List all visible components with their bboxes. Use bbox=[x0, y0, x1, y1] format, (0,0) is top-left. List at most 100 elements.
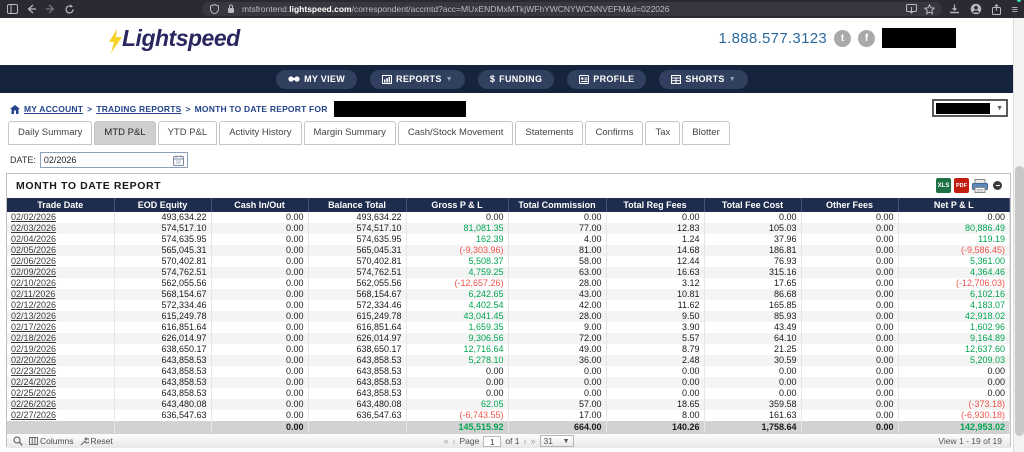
trade-date-link[interactable]: 02/26/2026 bbox=[11, 399, 56, 409]
trade-date-link[interactable]: 02/24/2026 bbox=[11, 377, 56, 387]
col-header-net-p-l[interactable]: Net P & L bbox=[898, 198, 1010, 212]
home-icon[interactable] bbox=[10, 105, 20, 114]
export-excel-icon[interactable]: XLS bbox=[936, 178, 951, 193]
col-header-total-commission[interactable]: Total Commission bbox=[508, 198, 606, 212]
first-page-icon[interactable]: « bbox=[443, 436, 448, 446]
table-row: 02/18/2026626,014.970.00626,014.979,306.… bbox=[7, 333, 1010, 344]
col-header-trade-date[interactable]: Trade Date bbox=[7, 198, 114, 212]
report-tabs: Daily Summary MTD P&L YTD P&L Activity H… bbox=[8, 121, 730, 145]
columns-grid-icon bbox=[29, 437, 38, 445]
trade-date-link[interactable]: 02/02/2026 bbox=[11, 212, 56, 222]
nav-reports[interactable]: REPORTS ▼ bbox=[370, 70, 465, 89]
trade-date-link[interactable]: 02/04/2026 bbox=[11, 234, 56, 244]
redacted-account-name bbox=[334, 101, 466, 117]
back-icon[interactable] bbox=[25, 3, 37, 15]
crumb-trading-reports[interactable]: TRADING REPORTS bbox=[96, 104, 181, 114]
page-scrollbar bbox=[1013, 18, 1024, 452]
page-number-input[interactable]: 1 bbox=[483, 436, 501, 447]
col-header-balance-total[interactable]: Balance Total bbox=[308, 198, 406, 212]
trade-date-link[interactable]: 02/27/2026 bbox=[11, 410, 56, 420]
col-header-total-fee-cost[interactable]: Total Fee Cost bbox=[704, 198, 801, 212]
breadcrumb: MY ACCOUNT > TRADING REPORTS > MONTH TO … bbox=[10, 101, 466, 117]
tab-cash-stock-movement[interactable]: Cash/Stock Movement bbox=[398, 121, 514, 145]
prev-page-icon[interactable]: ‹ bbox=[452, 436, 455, 446]
columns-button[interactable]: Columns bbox=[29, 436, 74, 446]
table-row: 02/27/2026636,547.630.00636,547.63(-6,74… bbox=[7, 410, 1010, 421]
next-page-icon[interactable]: › bbox=[524, 436, 527, 446]
page-size-select[interactable]: 31 ▼ bbox=[540, 435, 574, 447]
forward-icon[interactable] bbox=[44, 3, 56, 15]
calendar-icon[interactable] bbox=[173, 155, 184, 166]
tab-ytd-pl[interactable]: YTD P&L bbox=[158, 121, 218, 145]
tab-margin-summary[interactable]: Margin Summary bbox=[304, 121, 396, 145]
nav-profile[interactable]: PROFILE bbox=[567, 70, 646, 89]
screenshot-icon[interactable] bbox=[906, 3, 918, 15]
lock-icon[interactable] bbox=[225, 3, 237, 15]
nav-my-view[interactable]: MY VIEW bbox=[276, 70, 357, 89]
account-icon[interactable] bbox=[970, 3, 982, 15]
bookmark-star-icon[interactable] bbox=[924, 3, 936, 15]
table-row: 02/19/2026638,650.170.00638,650.1712,716… bbox=[7, 344, 1010, 355]
trade-date-link[interactable]: 02/18/2026 bbox=[11, 333, 56, 343]
shield-icon[interactable] bbox=[208, 3, 220, 15]
trade-date-link[interactable]: 02/06/2026 bbox=[11, 256, 56, 266]
tab-activity-history[interactable]: Activity History bbox=[219, 121, 301, 145]
crumb-my-account[interactable]: MY ACCOUNT bbox=[24, 104, 83, 114]
lightspeed-logo[interactable]: Lightspeed bbox=[108, 25, 240, 53]
nav-shorts[interactable]: SHORTS ▼ bbox=[659, 70, 748, 89]
reload-icon[interactable] bbox=[63, 3, 75, 15]
trade-date-link[interactable]: 02/17/2026 bbox=[11, 322, 56, 332]
facebook-icon[interactable]: f bbox=[858, 30, 875, 47]
menu-icon[interactable]: ≡ bbox=[1012, 0, 1018, 18]
tab-statements[interactable]: Statements bbox=[515, 121, 583, 145]
table-row: 02/12/2026572,334.460.00572,334.464,402.… bbox=[7, 300, 1010, 311]
col-header-cash-in-out[interactable]: Cash In/Out bbox=[211, 198, 308, 212]
col-header-gross-p-l[interactable]: Gross P & L bbox=[406, 198, 508, 212]
trade-date-link[interactable]: 02/10/2026 bbox=[11, 278, 56, 288]
trade-date-link[interactable]: 02/11/2026 bbox=[11, 289, 55, 299]
breadcrumb-row: MY ACCOUNT > TRADING REPORTS > MONTH TO … bbox=[0, 93, 1024, 121]
panel-title-bar: MONTH TO DATE REPORT XLS PDF bbox=[7, 174, 1010, 198]
col-header-total-reg-fees[interactable]: Total Reg Fees bbox=[606, 198, 704, 212]
search-icon[interactable] bbox=[13, 436, 23, 446]
print-icon[interactable] bbox=[972, 179, 988, 193]
tab-blotter[interactable]: Blotter bbox=[682, 121, 729, 145]
trade-date-link[interactable]: 02/13/2026 bbox=[11, 311, 56, 321]
table-row: 02/25/2026643,858.530.00643,858.530.000.… bbox=[7, 388, 1010, 399]
collapse-icon[interactable] bbox=[993, 181, 1002, 190]
tab-mtd-pl[interactable]: MTD P&L bbox=[94, 121, 155, 145]
phone-number: 1.888.577.3123 bbox=[719, 30, 827, 47]
tab-tax[interactable]: Tax bbox=[645, 121, 680, 145]
chevron-down-icon: ▼ bbox=[729, 76, 736, 83]
trade-date-link[interactable]: 02/19/2026 bbox=[11, 344, 56, 354]
pagination: « ‹ Page 1 of 1 › » 31 ▼ bbox=[443, 435, 573, 447]
tab-overview-icon[interactable] bbox=[6, 3, 18, 15]
trade-date-link[interactable]: 02/05/2026 bbox=[11, 245, 56, 255]
downloads-icon[interactable] bbox=[949, 3, 961, 15]
share-icon[interactable] bbox=[991, 3, 1003, 15]
url-bar[interactable]: mtsfrontend.lightspeed.com/correspondent… bbox=[202, 2, 942, 16]
trade-date-link[interactable]: 02/25/2026 bbox=[11, 388, 56, 398]
col-header-other-fees[interactable]: Other Fees bbox=[801, 198, 898, 212]
trade-date-link[interactable]: 02/09/2026 bbox=[11, 267, 56, 277]
trade-date-link[interactable]: 02/12/2026 bbox=[11, 300, 56, 310]
main-nav: MY VIEW REPORTS ▼ $ FUNDING PROFILE SHOR… bbox=[0, 65, 1024, 93]
tab-daily-summary[interactable]: Daily Summary bbox=[8, 121, 92, 145]
table-row: 02/11/2026568,154.670.00568,154.676,242.… bbox=[7, 289, 1010, 300]
trade-date-link[interactable]: 02/20/2026 bbox=[11, 355, 56, 365]
scrollbar-thumb[interactable] bbox=[1015, 166, 1024, 436]
export-pdf-icon[interactable]: PDF bbox=[954, 178, 969, 193]
reset-button[interactable]: Reset bbox=[80, 436, 113, 446]
date-input[interactable]: 02/2026 bbox=[40, 152, 188, 168]
last-page-icon[interactable]: » bbox=[531, 436, 536, 446]
trade-date-link[interactable]: 02/03/2026 bbox=[11, 223, 56, 233]
shorts-grid-icon bbox=[671, 75, 681, 84]
col-header-eod-equity[interactable]: EOD Equity bbox=[114, 198, 211, 212]
twitter-icon[interactable]: t bbox=[834, 30, 851, 47]
nav-funding[interactable]: $ FUNDING bbox=[478, 70, 554, 89]
report-icon bbox=[382, 75, 392, 84]
account-selector[interactable]: ▼ bbox=[932, 99, 1008, 117]
tab-confirms[interactable]: Confirms bbox=[585, 121, 643, 145]
table-header-row: Trade DateEOD EquityCash In/OutBalance T… bbox=[7, 198, 1010, 212]
trade-date-link[interactable]: 02/23/2026 bbox=[11, 366, 56, 376]
